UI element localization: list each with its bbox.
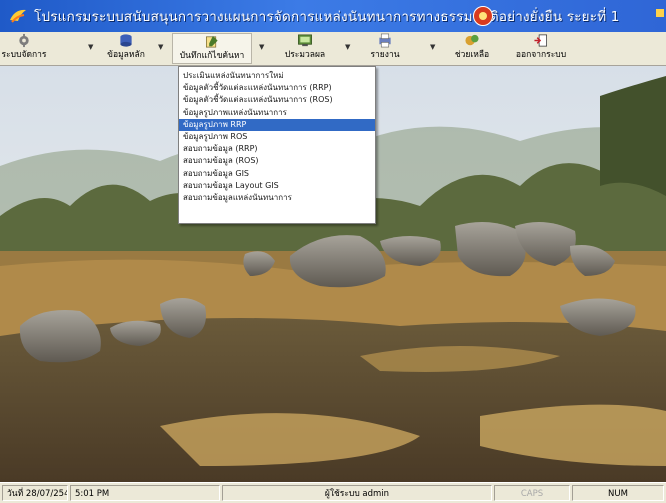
title-corner-icon xyxy=(656,9,664,17)
menu-item-photos-ros[interactable]: ข้อมูลรูปภาพ ROS xyxy=(179,131,375,143)
menu-item-query-gis[interactable]: สอบถามข้อมูล GIS xyxy=(179,168,375,180)
toolbar-admin-label: ระบบจัดการ xyxy=(1,50,47,60)
menu-item-site-photos[interactable]: ข้อมูลรูปภาพแหล่งนันทนาการ xyxy=(179,107,375,119)
chevron-down-icon[interactable]: ▼ xyxy=(259,43,264,51)
status-num: NUM xyxy=(572,485,664,501)
title-bar: โปรแกรมระบบสนับสนุนการวางแผนการจัดการแหล… xyxy=(0,0,666,32)
toolbar-process-button[interactable]: ประมวลผล xyxy=(283,33,327,64)
menu-item-query-layout-gis[interactable]: สอบถามข้อมูล Layout GIS xyxy=(179,180,375,192)
admin-gear-icon xyxy=(19,33,29,48)
status-time: 5:01 PM xyxy=(70,485,220,501)
menu-item-indicators-rrp[interactable]: ข้อมูลตัวชี้วัดแต่ละแหล่งนันทนาการ (RRP) xyxy=(179,82,375,94)
database-icon xyxy=(120,34,132,47)
toolbar-process-label: ประมวลผล xyxy=(284,50,326,60)
status-date: วันที่ 28/07/2549 xyxy=(2,485,68,501)
exit-icon xyxy=(534,34,547,47)
chevron-down-icon[interactable]: ▼ xyxy=(430,43,435,51)
chevron-down-icon[interactable]: ▼ xyxy=(158,43,163,51)
toolbar-exit-button[interactable]: ออกจากระบบ xyxy=(510,33,572,64)
royal-emblem-icon xyxy=(473,6,493,26)
edit-search-icon xyxy=(206,35,218,48)
toolbar-report-label: รายงาน xyxy=(370,50,400,60)
edit-search-dropdown-menu: ประเมินแหล่งนันทนาการใหม่ ข้อมูลตัวชี้วั… xyxy=(178,66,376,224)
main-toolbar: ระบบจัดการ ▼ ข้อมูลหลัก ▼ บันทึกแก้ไขค้น… xyxy=(0,32,666,66)
toolbar-edit-search-label: บันทึกแก้ไขค้นหา xyxy=(179,51,245,61)
chevron-down-icon[interactable]: ▼ xyxy=(88,43,93,51)
toolbar-masterdata-label: ข้อมูลหลัก xyxy=(107,50,145,60)
toolbar-edit-search-button[interactable]: บันทึกแก้ไขค้นหา xyxy=(172,33,252,64)
chevron-down-icon[interactable]: ▼ xyxy=(345,43,350,51)
menu-item-new-assessment[interactable]: ประเมินแหล่งนันทนาการใหม่ xyxy=(179,70,375,82)
process-icon xyxy=(298,34,312,47)
window-title: โปรแกรมระบบสนับสนุนการวางแผนการจัดการแหล… xyxy=(34,9,620,25)
menu-item-query-sites[interactable]: สอบถามข้อมูลแหล่งนันทนาการ xyxy=(179,192,375,204)
toolbar-masterdata-button[interactable]: ข้อมูลหลัก xyxy=(106,33,146,64)
status-user: ผู้ใช้ระบบ admin xyxy=(222,485,492,501)
menu-item-indicators-ros[interactable]: ข้อมูลตัวชี้วัดแต่ละแหล่งนันทนาการ (ROS) xyxy=(179,94,375,106)
report-icon xyxy=(379,33,391,48)
toolbar-exit-label: ออกจากระบบ xyxy=(515,50,567,60)
toolbar-help-button[interactable]: ช่วยเหลือ xyxy=(452,33,492,64)
toolbar-report-button[interactable]: รายงาน xyxy=(367,33,403,64)
status-bar: วันที่ 28/07/2549 5:01 PM ผู้ใช้ระบบ adm… xyxy=(0,482,666,503)
status-caps: CAPS xyxy=(494,485,570,501)
menu-item-query-ros[interactable]: สอบถามข้อมูล (ROS) xyxy=(179,155,375,167)
menu-item-query-rrp[interactable]: สอบถามข้อมูล (RRP) xyxy=(179,143,375,155)
toolbar-admin-button[interactable]: ระบบจัดการ xyxy=(2,33,46,64)
toolbar-help-label: ช่วยเหลือ xyxy=(454,50,490,60)
menu-item-photos-rrp[interactable]: ข้อมูลรูปภาพ RRP xyxy=(179,118,375,131)
help-icon xyxy=(465,34,479,46)
app-logo-icon xyxy=(10,9,26,23)
